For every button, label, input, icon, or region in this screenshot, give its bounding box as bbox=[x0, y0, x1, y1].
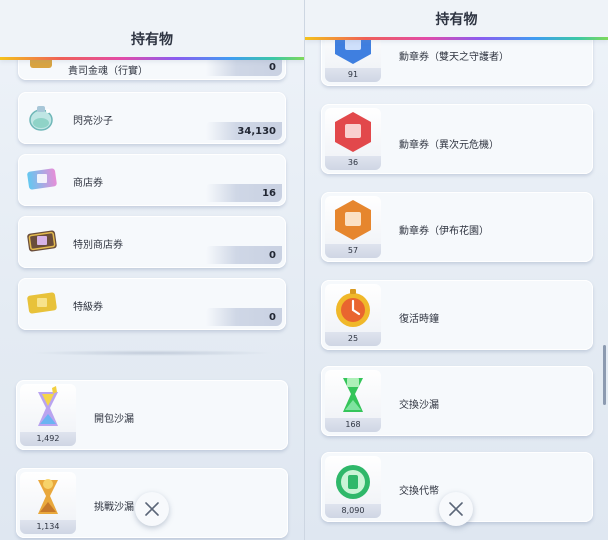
item-count: 36 bbox=[325, 156, 381, 170]
item-name: 交換代幣 bbox=[399, 486, 439, 497]
item-count: 0 bbox=[269, 250, 276, 261]
icon-frame: 8,090 bbox=[325, 456, 381, 518]
item-name: 特別商店券 bbox=[73, 240, 123, 251]
left-panel: 貴司金魂（行實） 0 閃亮沙子 34,130 商店券 16 特別商店券 0 特級… bbox=[0, 0, 304, 540]
item-name: 勳章券（雙天之守護者） bbox=[399, 52, 509, 63]
shop-ticket-icon bbox=[26, 164, 57, 194]
item-card[interactable]: 特級券 0 bbox=[18, 278, 286, 330]
right-panel: 91 勳章券（雙天之守護者） 36 勳章券（異次元危機） 57 勳章券（伊布花園… bbox=[304, 0, 608, 540]
item-count: 57 bbox=[325, 244, 381, 258]
item-name: 商店券 bbox=[73, 178, 103, 189]
medal-ticket-orange-icon bbox=[335, 200, 371, 240]
item-name: 復活時鐘 bbox=[399, 314, 439, 325]
item-name: 閃亮沙子 bbox=[73, 116, 113, 127]
item-card[interactable]: 36 勳章券（異次元危機） bbox=[321, 104, 593, 174]
item-count: 91 bbox=[325, 68, 381, 82]
header-rainbow-line bbox=[0, 57, 304, 60]
scrollbar[interactable] bbox=[603, 345, 606, 405]
section-divider bbox=[30, 350, 274, 356]
item-card[interactable]: 商店券 16 bbox=[18, 154, 286, 206]
icon-frame: 36 bbox=[325, 108, 381, 170]
item-count: 0 bbox=[269, 312, 276, 323]
close-icon bbox=[449, 502, 463, 516]
icon-frame: 1,134 bbox=[20, 472, 76, 534]
close-button[interactable] bbox=[135, 492, 169, 526]
item-count: 8,090 bbox=[325, 504, 381, 518]
page-title: 持有物 bbox=[131, 32, 173, 48]
icon-frame: 168 bbox=[325, 370, 381, 432]
item-count: 168 bbox=[325, 418, 381, 432]
pack-hourglass-icon bbox=[38, 386, 58, 426]
header: 持有物 bbox=[305, 0, 608, 40]
special-shop-ticket-icon bbox=[26, 226, 57, 256]
icon-frame: 1,492 bbox=[20, 384, 76, 446]
shiny-sand-icon bbox=[26, 102, 56, 132]
premium-ticket-icon bbox=[26, 288, 57, 318]
header: 持有物 bbox=[0, 0, 304, 60]
icon-frame: 25 bbox=[325, 284, 381, 346]
page-title: 持有物 bbox=[435, 12, 478, 28]
item-count: 34,130 bbox=[237, 126, 276, 137]
close-button[interactable] bbox=[439, 492, 473, 526]
item-name: 勳章券（伊布花園） bbox=[399, 226, 489, 237]
icon-frame: 57 bbox=[325, 196, 381, 258]
item-card[interactable]: 閃亮沙子 34,130 bbox=[18, 92, 286, 144]
medal-ticket-red-icon bbox=[335, 112, 371, 152]
header-rainbow-line bbox=[305, 37, 608, 40]
item-count: 1,134 bbox=[20, 520, 76, 534]
item-name: 貴司金魂（行實） bbox=[68, 66, 148, 77]
item-name: 特級券 bbox=[73, 302, 103, 313]
item-card[interactable]: 特別商店券 0 bbox=[18, 216, 286, 268]
item-count: 16 bbox=[262, 188, 276, 199]
close-icon bbox=[145, 502, 159, 516]
item-card[interactable]: 57 勳章券（伊布花園） bbox=[321, 192, 593, 262]
item-name: 開包沙漏 bbox=[94, 414, 134, 425]
item-count: 1,492 bbox=[20, 432, 76, 446]
item-card[interactable]: 25 復活時鐘 bbox=[321, 280, 593, 350]
item-name: 挑戰沙漏 bbox=[94, 502, 134, 513]
item-name: 交換沙漏 bbox=[399, 400, 439, 411]
item-count: 25 bbox=[325, 332, 381, 346]
item-name: 勳章券（異次元危機） bbox=[399, 140, 499, 151]
exchange-hourglass-icon bbox=[343, 378, 363, 412]
item-card[interactable]: 1,492 開包沙漏 bbox=[16, 380, 288, 450]
exchange-token-icon bbox=[336, 465, 370, 499]
item-count: 0 bbox=[269, 62, 276, 73]
challenge-hourglass-icon bbox=[38, 479, 58, 514]
item-card[interactable]: 168 交換沙漏 bbox=[321, 366, 593, 436]
revive-clock-icon bbox=[336, 289, 370, 327]
